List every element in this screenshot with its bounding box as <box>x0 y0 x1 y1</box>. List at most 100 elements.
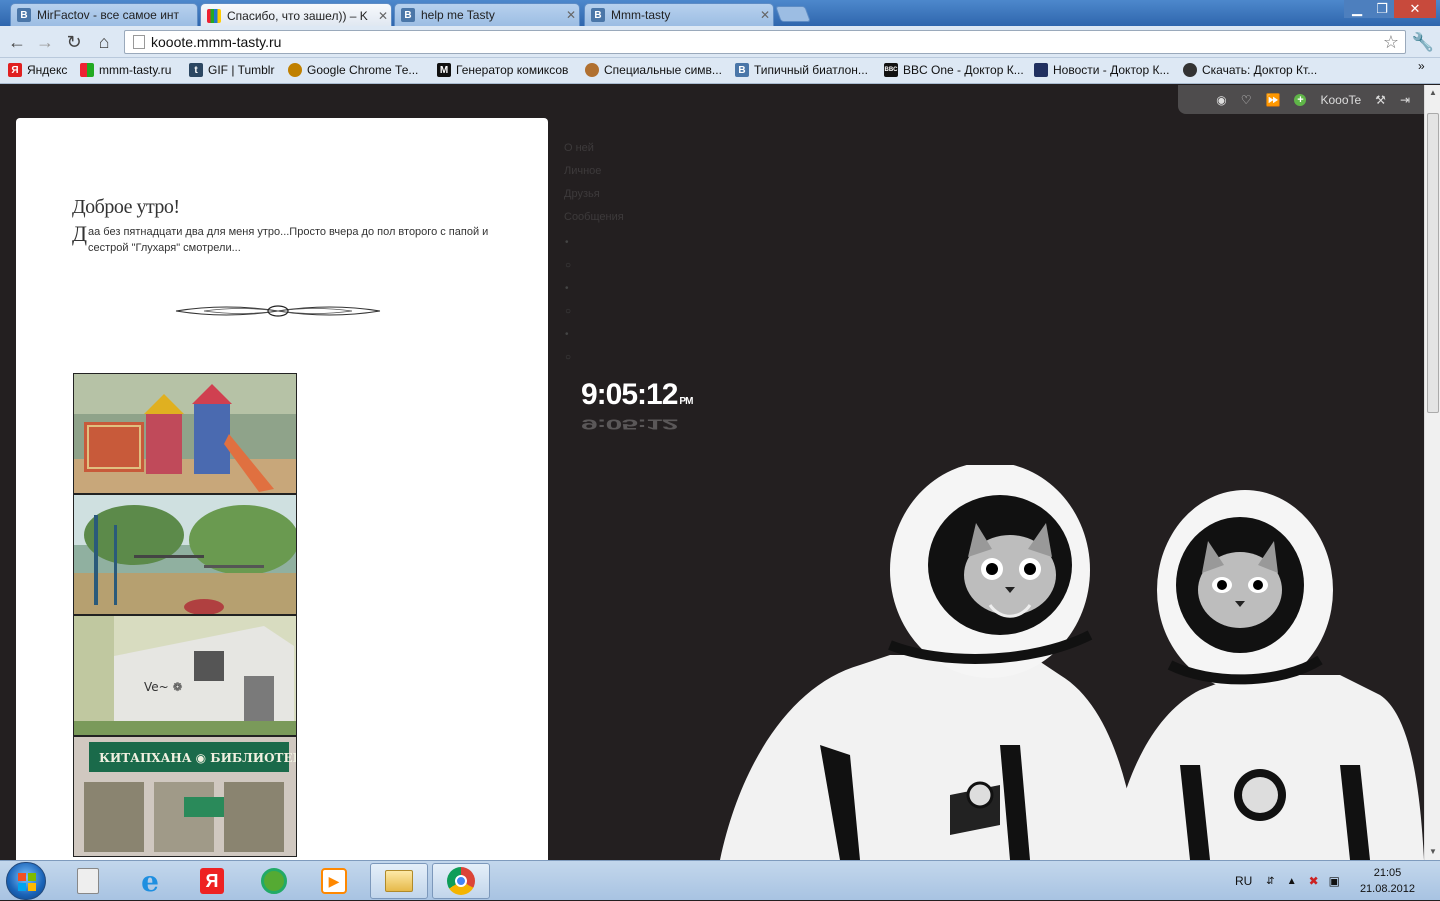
reload-button[interactable]: ↻ <box>63 31 85 53</box>
dot[interactable]: • <box>565 329 571 352</box>
page-content: ◉ ♡ ⏩ + KoooTe ⚒ ⇥ Доброе утро! Даа без … <box>0 85 1424 860</box>
tab-title: Mmm-tasty <box>611 8 671 22</box>
vk-icon: B <box>17 8 31 22</box>
bbc-icon: BBC <box>884 63 898 77</box>
new-tab-button[interactable] <box>775 6 811 22</box>
minimize-button[interactable]: ▁ <box>1344 0 1370 18</box>
rss-icon[interactable]: ◉ <box>1216 93 1226 107</box>
svg-text:Ve~ ❁: Ve~ ❁ <box>144 680 183 694</box>
scroll-down-icon[interactable]: ▼ <box>1425 844 1440 860</box>
close-tab-icon[interactable]: ✕ <box>563 8 579 22</box>
close-window-button[interactable]: ✕ <box>1394 0 1436 18</box>
yandex-icon: Я <box>200 868 224 894</box>
puzzle-icon <box>288 63 302 77</box>
bookmark-yandex[interactable]: Я Яндекс <box>8 63 67 77</box>
taskbar-search-app[interactable] <box>246 863 302 899</box>
bookmark-mmm-tasty[interactable]: mmm-tasty.ru <box>80 63 171 77</box>
nav-personal[interactable]: Личное <box>564 164 624 187</box>
swings-photo[interactable] <box>73 494 297 615</box>
scroll-up-icon[interactable]: ▲ <box>1425 85 1440 101</box>
tab-spasibo[interactable]: Спасибо, что зашел)) – K ✕ <box>200 3 392 27</box>
post-title[interactable]: Доброе утро! <box>72 196 180 219</box>
heart-icon[interactable]: ♡ <box>1241 93 1252 107</box>
bookmark-label: Скачать: Доктор Кт... <box>1202 63 1318 77</box>
scroll-thumb[interactable] <box>1427 113 1439 413</box>
vk-icon: B <box>401 8 415 22</box>
show-hidden-icons[interactable]: ▲ <box>1287 876 1297 887</box>
windows-logo-icon <box>18 873 36 891</box>
site-icon <box>207 8 221 23</box>
clock-time: 9:05:12 <box>581 378 678 411</box>
taskbar-yandex[interactable]: Я <box>184 863 240 899</box>
nav-messages[interactable]: Сообщения <box>564 210 624 233</box>
start-button[interactable] <box>6 862 46 900</box>
more-bookmarks-button[interactable]: » <box>1418 59 1425 73</box>
bookmark-gif-tumblr[interactable]: t GIF | Tumblr <box>189 63 274 77</box>
tab-title: help me Tasty <box>421 8 495 22</box>
username-link[interactable]: KoooTe <box>1320 93 1361 107</box>
address-bar[interactable]: kooote.mmm-tasty.ru ☆ <box>124 30 1406 54</box>
close-tab-icon[interactable]: ✕ <box>757 8 773 22</box>
bookmark-bbc-one[interactable]: BBC BBC One - Доктор К... <box>884 63 1024 77</box>
back-button[interactable]: ← <box>6 31 28 53</box>
bookmark-label: Специальные симв... <box>604 63 722 77</box>
tab-mmm-tasty[interactable]: B Mmm-tasty ✕ <box>584 3 774 26</box>
taskbar-chrome[interactable] <box>432 863 490 899</box>
url-text[interactable]: kooote.mmm-tasty.ru <box>151 34 281 50</box>
taskbar-time: 21:05 <box>1373 867 1402 879</box>
bookmark-doctor-news[interactable]: Новости - Доктор К... <box>1034 63 1169 77</box>
settings-icon[interactable]: ⚒ <box>1375 93 1386 107</box>
dot[interactable]: • <box>565 283 571 306</box>
logout-icon[interactable]: ⇥ <box>1400 93 1410 107</box>
taskbar-explorer[interactable] <box>370 863 428 899</box>
tardis-icon <box>1034 63 1048 77</box>
clock-reflection: 9:05:12 <box>581 416 678 433</box>
bookmark-label: Google Chrome Те... <box>307 63 419 77</box>
vertical-scrollbar[interactable]: ▲ ▼ <box>1424 85 1440 860</box>
forward-button[interactable]: → <box>34 31 56 53</box>
taskbar-media-player[interactable]: ▶ <box>306 863 362 899</box>
pagination-dots: • ○ • ○ • ○ <box>565 237 571 375</box>
power-icon[interactable]: ▣ <box>1329 874 1340 888</box>
dot[interactable]: • <box>565 237 571 260</box>
astronaut-cats-illustration <box>720 465 1424 860</box>
tab-help-me-tasty[interactable]: B help me Tasty ✕ <box>394 3 580 26</box>
bookmark-label: Генератор комиксов <box>456 63 569 77</box>
bookmark-biathlon[interactable]: B Типичный биатлон... <box>735 63 868 77</box>
taskbar-clock[interactable]: 21:05 21.08.2012 <box>1360 865 1415 897</box>
browser-toolbar: ← → ↻ ⌂ kooote.mmm-tasty.ru ☆ 🔧 <box>0 26 1440 58</box>
tab-title: MirFactov - все самое инт <box>37 8 180 22</box>
fast-forward-icon[interactable]: ⏩ <box>1266 93 1281 107</box>
nav-friends[interactable]: Друзья <box>564 187 624 210</box>
close-tab-icon[interactable]: ✕ <box>375 9 391 23</box>
dot[interactable]: ○ <box>565 352 571 375</box>
language-indicator[interactable]: RU <box>1235 874 1252 888</box>
bookmark-label: mmm-tasty.ru <box>99 63 172 77</box>
comic-icon: M <box>437 63 451 77</box>
taskbar-internet-explorer[interactable]: e <box>122 863 178 899</box>
network-icon[interactable]: ✖ <box>1309 874 1319 888</box>
keyboard-icon[interactable]: ⇵ <box>1266 876 1274 887</box>
taskbar-media-app[interactable] <box>60 863 116 899</box>
playground-photo[interactable] <box>73 373 297 494</box>
bookmark-special-symbols[interactable]: Специальные симв... <box>585 63 722 77</box>
bookmark-comic-generator[interactable]: M Генератор комиксов <box>437 63 568 77</box>
clock-ampm: PM <box>679 396 693 407</box>
home-button[interactable]: ⌂ <box>93 31 115 53</box>
dot[interactable]: ○ <box>565 260 571 283</box>
symbols-icon <box>585 63 599 77</box>
tab-mirfactov[interactable]: B MirFactov - все самое инт <box>10 3 198 26</box>
ornament-divider <box>175 305 381 317</box>
wrench-icon[interactable]: 🔧 <box>1412 31 1434 53</box>
bookmark-download-doctor[interactable]: Скачать: Доктор Кт... <box>1183 63 1317 77</box>
bookmark-chrome-themes[interactable]: Google Chrome Те... <box>288 63 418 77</box>
bookmark-label: Типичный биатлон... <box>754 63 868 77</box>
library-photo[interactable]: КИТАПХАНА ◉ БИБЛИОТЕКА <box>73 736 297 857</box>
building-graffiti-photo[interactable]: Ve~ ❁ <box>73 615 297 736</box>
add-icon[interactable]: + <box>1294 93 1307 106</box>
star-icon[interactable]: ☆ <box>1383 32 1399 53</box>
nav-about[interactable]: О ней <box>564 141 624 164</box>
magnifier-icon <box>261 868 287 894</box>
maximize-button[interactable]: ❐ <box>1370 0 1394 18</box>
dot[interactable]: ○ <box>565 306 571 329</box>
